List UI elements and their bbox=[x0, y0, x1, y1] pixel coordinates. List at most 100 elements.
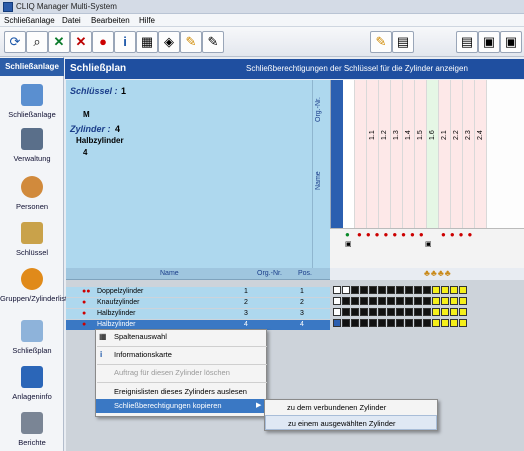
column-label: 1.3 bbox=[393, 130, 400, 140]
grid-col bbox=[391, 80, 403, 228]
menu-separator bbox=[97, 346, 267, 347]
window-icon bbox=[21, 84, 43, 106]
document-icon[interactable]: ▤ bbox=[392, 31, 414, 53]
menu-hilfe[interactable]: Hilfe bbox=[139, 16, 155, 25]
column-label: 1.4 bbox=[405, 130, 412, 140]
org-nr-header: Org.-Nr. bbox=[315, 97, 322, 122]
lock-row[interactable] bbox=[333, 286, 523, 296]
sidebar-item-personen[interactable]: Personen bbox=[0, 176, 64, 211]
groups-icon bbox=[21, 268, 43, 290]
pen-icon[interactable]: ✎ bbox=[202, 31, 224, 53]
search-icon[interactable]: ⌕ bbox=[26, 31, 48, 53]
menu-item-berechtigungen-kopieren[interactable]: Schließberechtigungen kopieren bbox=[96, 399, 266, 413]
sidebar-item-schluessel[interactable]: Schlüssel bbox=[0, 222, 64, 257]
grid-col bbox=[439, 80, 451, 228]
key-icon[interactable]: ● bbox=[92, 31, 114, 53]
refresh-icon[interactable]: ⟳ bbox=[4, 31, 26, 53]
column-label: 1.2 bbox=[381, 130, 388, 140]
grid-col bbox=[343, 80, 355, 228]
menu-separator bbox=[97, 382, 267, 383]
delete-icon[interactable]: ✕ bbox=[70, 31, 92, 53]
column-label: 1.5 bbox=[417, 130, 424, 140]
terminal-icon[interactable]: ▣ bbox=[500, 31, 522, 53]
menu-item-informationskarte[interactable]: Informationskarte bbox=[96, 348, 266, 362]
col-pos-header[interactable]: Pos. bbox=[298, 270, 312, 277]
page-title: Schließplan bbox=[70, 63, 127, 74]
status-icon: ● bbox=[82, 321, 87, 328]
table-row[interactable]: ●● Doppelzylinder 1 1 bbox=[66, 287, 330, 297]
grid-col bbox=[475, 80, 487, 228]
sidebar-item-verwaltung[interactable]: Verwaltung bbox=[0, 128, 64, 163]
status-green-icon: ● bbox=[345, 230, 350, 239]
menu-schliessanlage[interactable]: Schließanlage bbox=[4, 16, 55, 25]
sidebar-item-gruppen[interactable]: Gruppen/Zylinderliste bbox=[0, 268, 71, 303]
menu-item-spaltenauswahl[interactable]: Spaltenauswahl bbox=[96, 330, 266, 344]
grid-col bbox=[451, 80, 463, 228]
sidebar-item-berichte[interactable]: Berichte bbox=[0, 412, 64, 447]
cylinder-number: 4 bbox=[83, 148, 88, 157]
grid-col bbox=[463, 80, 475, 228]
info-icon bbox=[21, 366, 43, 388]
grid-col bbox=[355, 80, 367, 228]
printer-icon bbox=[21, 412, 43, 434]
print-icon[interactable]: ▤ bbox=[456, 31, 478, 53]
column-label: 2.1 bbox=[441, 130, 448, 140]
program-icon[interactable]: ✕ bbox=[48, 31, 70, 53]
menu-item-ereignislisten[interactable]: Ereignislisten dieses Zylinders auslesen bbox=[96, 385, 266, 399]
status-icon: ●● bbox=[82, 288, 91, 295]
name-header: Name bbox=[315, 171, 322, 190]
table-icon[interactable]: ▦ bbox=[136, 31, 158, 53]
table-row[interactable]: ● Halbzylinder 3 3 bbox=[66, 309, 330, 319]
status-red-icons: ●●●● bbox=[441, 230, 477, 239]
sidebar-item-anlageninfo[interactable]: Anlageninfo bbox=[0, 366, 64, 401]
key-label: Schlüssel : bbox=[70, 86, 118, 96]
app-icon bbox=[3, 2, 13, 12]
sidebar-header: Schließanlage bbox=[0, 58, 64, 76]
cylinder-label: Zylinder : bbox=[70, 124, 111, 134]
device-icon[interactable]: ▣ bbox=[478, 31, 500, 53]
column-label: 2.3 bbox=[465, 130, 472, 140]
col-org-header[interactable]: Org.-Nr. bbox=[257, 270, 282, 277]
wand-icon[interactable]: ✎ bbox=[180, 31, 202, 53]
grid-col bbox=[379, 80, 391, 228]
lock-row[interactable] bbox=[333, 308, 523, 318]
m-label: M bbox=[83, 110, 90, 119]
checkbox-icon[interactable]: ▣ bbox=[345, 240, 352, 248]
table-row[interactable]: ● Knaufzylinder 2 2 bbox=[66, 298, 330, 308]
key-group-icons: ♣♣♣♣ bbox=[424, 268, 452, 278]
submenu-item-ausgewaehlter-zylinder[interactable]: zu einem ausgewählten Zylinder bbox=[265, 415, 437, 430]
menu-datei[interactable]: Datei bbox=[62, 16, 81, 25]
cylinder-value: 4 bbox=[115, 124, 121, 134]
lock-row[interactable] bbox=[333, 297, 523, 307]
disk-icon[interactable]: ◈ bbox=[158, 31, 180, 53]
info-icon[interactable]: i bbox=[114, 31, 136, 53]
column-label: 2.2 bbox=[453, 130, 460, 140]
table-header bbox=[66, 268, 330, 280]
grid-col bbox=[427, 80, 439, 228]
status-red-icons: ●●●●●●●● bbox=[357, 230, 428, 239]
col-name-header[interactable]: Name bbox=[160, 270, 179, 277]
key-icon bbox=[21, 222, 43, 244]
menu-item-auftrag-loeschen: Auftrag für diesen Zylinder löschen bbox=[114, 368, 230, 377]
grid-col bbox=[367, 80, 379, 228]
submenu-item-verbundener-zylinder[interactable]: zu dem verbundenen Zylinder bbox=[265, 400, 437, 415]
submenu-arrow-icon: ▶ bbox=[256, 402, 262, 409]
status-icon: ● bbox=[82, 310, 87, 317]
sidebar-item-schliessanlage[interactable]: Schließanlage bbox=[0, 84, 64, 119]
cylinder-type: Halbzylinder bbox=[76, 136, 124, 145]
sidebar-item-schliessplan[interactable]: Schließplan bbox=[0, 320, 64, 355]
checkbox-icon[interactable]: ▣ bbox=[425, 240, 432, 248]
people-icon bbox=[21, 176, 43, 198]
lock-row-selected[interactable] bbox=[333, 319, 523, 329]
info-pane bbox=[66, 80, 312, 268]
edit-icon[interactable]: ✎ bbox=[370, 31, 392, 53]
menu-separator bbox=[97, 364, 267, 365]
menu-bearbeiten[interactable]: Bearbeiten bbox=[91, 16, 130, 25]
plan-icon bbox=[21, 320, 43, 342]
column-label: 1.1 bbox=[369, 130, 376, 140]
key-value: 1 bbox=[121, 86, 127, 96]
computer-icon bbox=[21, 128, 43, 150]
page-subtitle: Schließberechtigungen der Schlüssel für … bbox=[246, 64, 468, 73]
column-label: 1.6 bbox=[429, 130, 436, 140]
window-title: CLIQ Manager Multi-System bbox=[16, 2, 117, 11]
